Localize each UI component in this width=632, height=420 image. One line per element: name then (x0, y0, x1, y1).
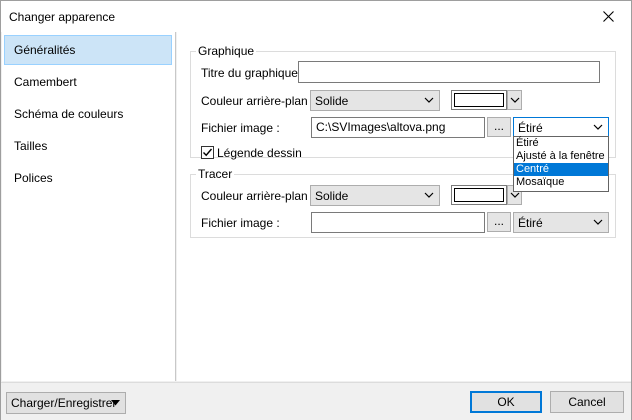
dialog-window: Changer apparence Généralités Camembert … (0, 0, 632, 420)
image-file-input[interactable]: C:\SVImages\altova.png (311, 117, 485, 138)
browse-button[interactable]: ... (487, 117, 511, 137)
legend-checkbox[interactable] (201, 146, 214, 159)
bg-style-select[interactable]: Solide (310, 90, 440, 111)
dropdown-option-ajuste[interactable]: Ajusté à la fenêtre (514, 150, 608, 163)
sidebar: Généralités Camembert Schéma de couleurs… (2, 32, 176, 381)
window-title: Changer apparence (9, 10, 116, 24)
image-file-label: Fichier image : (201, 121, 280, 135)
tracer-bg-color-swatch[interactable] (451, 185, 507, 205)
sidebar-item-label: Tailles (14, 139, 48, 153)
stretch-dropdown-list: Étiré Ajusté à la fenêtre Centré Mosaïqu… (513, 136, 609, 192)
bg-style-value: Solide (315, 94, 349, 108)
caret-down-icon (111, 400, 120, 406)
dropdown-option-etire[interactable]: Étiré (514, 137, 608, 150)
graphique-group-title: Graphique (196, 44, 257, 58)
bg-color-swatch[interactable] (451, 90, 507, 110)
close-button[interactable] (585, 1, 631, 32)
close-icon (602, 11, 614, 22)
tracer-bg-color-swatch-inner (454, 188, 504, 202)
legend-label: Légende dessin (217, 146, 302, 160)
bg-color-swatch-inner (454, 93, 504, 107)
bg-color-label: Couleur arrière-plan : (201, 94, 315, 108)
tracer-browse-button[interactable]: ... (487, 212, 511, 232)
sidebar-item-camembert[interactable]: Camembert (4, 67, 172, 97)
tracer-group-title: Tracer (196, 167, 235, 181)
stretch-value: Étiré (518, 121, 543, 135)
chevron-down-icon (510, 97, 520, 103)
sidebar-item-label: Généralités (14, 43, 76, 57)
tracer-image-file-label: Fichier image : (201, 216, 280, 230)
chart-title-input[interactable] (298, 61, 600, 83)
tracer-bg-style-value: Solide (315, 189, 349, 203)
load-save-button[interactable]: Charger/Enregistrer (6, 392, 126, 414)
dialog-footer: Charger/Enregistrer OK Cancel (1, 382, 631, 420)
tracer-stretch-value: Étiré (518, 216, 543, 230)
tracer-image-file-input[interactable] (311, 212, 485, 233)
chart-title-label: Titre du graphique : (201, 66, 305, 80)
tracer-bg-color-label: Couleur arrière-plan : (201, 189, 315, 203)
tracer-stretch-select[interactable]: Étiré (513, 212, 609, 233)
dropdown-option-centre[interactable]: Centré (514, 163, 608, 176)
cancel-button[interactable]: Cancel (550, 391, 624, 413)
title-bar: Changer apparence (1, 1, 631, 32)
sidebar-item-label: Schéma de couleurs (14, 107, 124, 121)
tracer-bg-style-select[interactable]: Solide (310, 185, 440, 206)
chevron-down-icon (424, 97, 434, 103)
sidebar-item-label: Camembert (14, 75, 77, 89)
chevron-down-icon (593, 219, 603, 225)
ok-button[interactable]: OK (470, 391, 542, 413)
dropdown-option-mosaique[interactable]: Mosaïque (514, 176, 608, 189)
checkmark-icon (203, 148, 213, 157)
load-save-label: Charger/Enregistrer (11, 396, 117, 410)
sidebar-item-polices[interactable]: Polices (4, 163, 172, 193)
bg-color-dropdown-button[interactable] (507, 90, 522, 110)
chevron-down-icon (424, 192, 434, 198)
sidebar-item-label: Polices (14, 171, 53, 185)
chevron-down-icon (593, 124, 603, 130)
stretch-select[interactable]: Étiré (513, 117, 609, 138)
sidebar-item-schema-couleurs[interactable]: Schéma de couleurs (4, 99, 172, 129)
sidebar-item-tailles[interactable]: Tailles (4, 131, 172, 161)
sidebar-item-generalites[interactable]: Généralités (4, 35, 172, 65)
